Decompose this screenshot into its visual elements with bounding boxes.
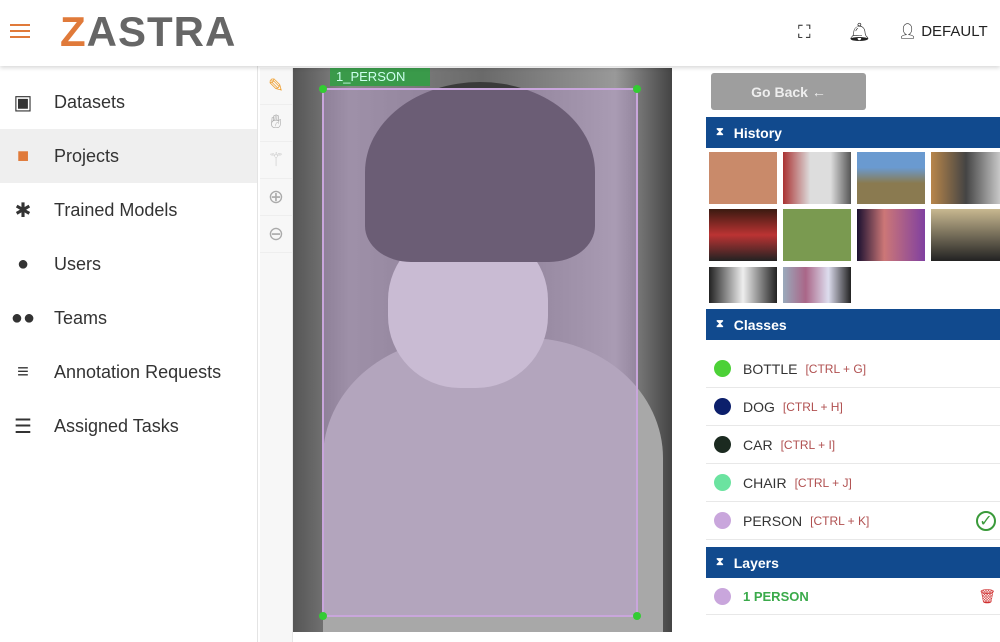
sidebar-item-users[interactable]: ● Users <box>0 237 257 291</box>
right-panel: Go Back ← ⧗ History ⧗ Classes BOTTLE [CTRL … <box>706 66 1000 642</box>
resize-handle[interactable] <box>319 85 327 93</box>
zoom-out-icon[interactable]: ⊖ <box>260 216 292 253</box>
color-dot <box>714 588 731 605</box>
color-dot <box>714 512 731 529</box>
color-dot <box>714 398 731 415</box>
sidebar-item-projects[interactable]: ■ Projects <box>0 129 257 183</box>
list-icon: ≡ <box>17 360 29 383</box>
collapse-icon: ⧗ <box>716 556 724 568</box>
check-circle-icon: ✓ <box>976 510 996 531</box>
resize-handle[interactable] <box>633 85 641 93</box>
layer-name: 1 PERSON <box>743 589 809 604</box>
class-shortcut: [CTRL + J] <box>794 475 852 490</box>
class-shortcut: [CTRL + I] <box>780 437 836 452</box>
menu-icon[interactable] <box>10 24 30 38</box>
annotation-toolbar: ✎ ✋︎ ⚚ ⊕ ⊖ <box>260 68 293 642</box>
history-thumbnail[interactable] <box>783 152 851 204</box>
people-icon: ●● <box>10 306 36 329</box>
zoom-in-icon[interactable]: ⊕ <box>260 179 292 216</box>
top-bar: ZASTRA ⛶ 🔔︎ 👤︎ DEFAULT <box>0 0 1000 66</box>
section-title: History <box>733 124 782 141</box>
layers-header[interactable]: ⧗ Layers <box>706 547 1000 578</box>
sidebar-item-label: Annotation Requests <box>54 361 222 382</box>
sidebar-item-label: Projects <box>54 145 120 166</box>
sidebar-item-assigned-tasks[interactable]: ☰ Assigned Tasks <box>0 399 257 453</box>
collapse-icon: ⧗ <box>716 318 724 330</box>
class-shortcut: [CTRL + G] <box>805 361 867 376</box>
folder-icon: ■ <box>16 144 30 167</box>
class-name: CAR <box>743 436 773 453</box>
sidebar-item-label: Trained Models <box>54 199 178 220</box>
class-item-dog[interactable]: DOG [CTRL + H] <box>706 388 1000 426</box>
sidebar-item-trained-models[interactable]: ✱ Trained Models <box>0 183 257 237</box>
class-name: BOTTLE <box>743 360 798 377</box>
list-icon: ☰ <box>14 415 32 438</box>
class-item-car[interactable]: CAR [CTRL + I] <box>706 426 1000 464</box>
history-thumbnail[interactable] <box>709 152 777 204</box>
history-thumbnail[interactable] <box>931 209 1000 261</box>
history-thumbnail[interactable] <box>783 267 851 303</box>
sidebar-item-label: Teams <box>54 307 108 328</box>
color-dot <box>714 474 731 491</box>
section-title: Layers <box>733 554 779 571</box>
class-name: DOG <box>743 398 775 415</box>
class-shortcut: [CTRL + H] <box>782 399 843 414</box>
image-stack-icon: ▣ <box>13 91 33 114</box>
layer-item[interactable]: 1 PERSON 🗑︎ <box>706 579 1000 615</box>
trash-icon[interactable]: 🗑︎ <box>978 588 996 605</box>
sidebar-item-annotation-requests[interactable]: ≡ Annotation Requests <box>0 345 257 399</box>
class-item-person[interactable]: PERSON [CTRL + K] ✓ <box>706 502 1000 540</box>
person-icon: 👤︎ <box>898 23 918 40</box>
classes-header[interactable]: ⧗ Classes <box>706 309 1000 340</box>
person-icon: ● <box>16 252 30 275</box>
sidebar-item-label: Datasets <box>54 91 126 112</box>
bell-icon[interactable]: 🔔︎ <box>848 22 871 43</box>
image-canvas[interactable]: 1_PERSON <box>293 68 672 632</box>
pencil-icon[interactable]: ✎ <box>260 68 292 105</box>
logo: ZASTRA <box>60 8 237 55</box>
go-back-button[interactable]: Go Back ← <box>711 73 866 110</box>
history-thumbnail[interactable] <box>931 152 1000 204</box>
history-thumbnail[interactable] <box>783 209 851 261</box>
history-thumbnail[interactable] <box>709 209 777 261</box>
class-name: PERSON <box>743 512 803 529</box>
collapse-icon: ⧗ <box>716 126 724 138</box>
sidebar-item-label: Assigned Tasks <box>54 415 179 436</box>
bounding-box[interactable] <box>319 85 641 620</box>
class-item-chair[interactable]: CHAIR [CTRL + J] <box>706 464 1000 502</box>
box-label: 1_PERSON <box>330 68 430 86</box>
sidebar-item-datasets[interactable]: ▣ Datasets <box>0 75 257 129</box>
color-dot <box>714 360 731 377</box>
resize-handle[interactable] <box>633 612 641 620</box>
sidebar-item-teams[interactable]: ●● Teams <box>0 291 257 345</box>
hand-icon[interactable]: ✋︎ <box>260 105 292 142</box>
class-name: CHAIR <box>743 474 787 491</box>
history-header[interactable]: ⧗ History <box>706 117 1000 148</box>
fullscreen-icon[interactable]: ⛶ <box>798 22 811 43</box>
sidebar: ▣ Datasets ■ Projects ✱ Trained Models ● Use… <box>0 66 258 642</box>
resize-handle[interactable] <box>319 612 327 620</box>
puzzle-icon: ✱ <box>14 199 32 222</box>
history-thumbnail[interactable] <box>857 209 925 261</box>
color-dot <box>714 436 731 453</box>
section-title: Classes <box>733 316 787 333</box>
class-item-bottle[interactable]: BOTTLE [CTRL + G] <box>706 350 1000 388</box>
history-thumbnail[interactable] <box>857 152 925 204</box>
user-menu[interactable]: 👤︎ DEFAULT <box>898 22 988 40</box>
magic-wand-icon[interactable]: ⚚ <box>260 142 292 179</box>
class-shortcut: [CTRL + K] <box>810 513 870 528</box>
history-thumbnail[interactable] <box>709 267 777 303</box>
user-name: DEFAULT <box>921 23 988 40</box>
sidebar-item-label: Users <box>54 253 102 274</box>
